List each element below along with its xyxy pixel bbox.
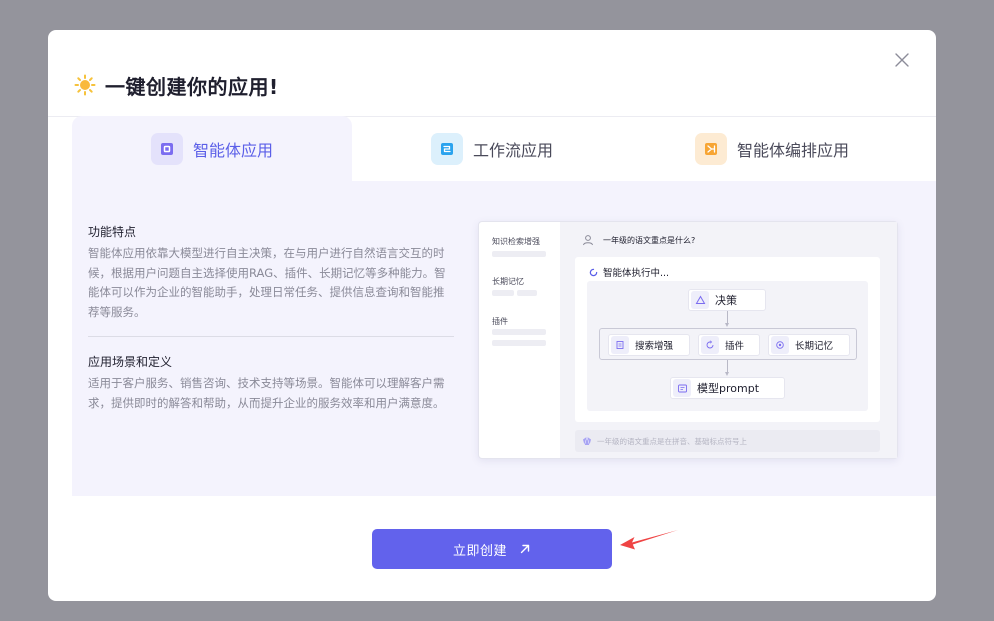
- features-text: 智能体应用依靠大模型进行自主决策，在与用户进行自然语言交互的时候，根据用户问题自…: [88, 246, 446, 319]
- placeholder-bar: [492, 329, 546, 335]
- tab-workflow-app[interactable]: 工作流应用: [352, 116, 632, 182]
- tab-label: 智能体编排应用: [736, 141, 849, 160]
- tab-content-panel: 功能特点 智能体应用依靠大模型进行自主决策，在与用户进行自然语言交互的时候，根据…: [72, 181, 936, 496]
- preview-sidebar-item: 知识检索增强: [492, 237, 540, 246]
- plugin-icon: [701, 336, 719, 354]
- tab-agent-app[interactable]: 智能体应用: [72, 116, 352, 182]
- placeholder-bar: [492, 290, 514, 296]
- node-label: 模型prompt: [697, 382, 760, 395]
- document-icon: [611, 336, 629, 354]
- preview-sidebar: 知识检索增强 长期记忆 插件: [479, 222, 559, 458]
- gem-icon: [583, 436, 591, 446]
- placeholder-bar: [517, 290, 537, 296]
- decision-icon: [691, 291, 709, 309]
- create-app-dialog: 一键创建你的应用! 智能体应用 工作流应用 智能体编排应用 功能特点 智能体应用…: [48, 30, 936, 601]
- node-search: 搜索增强: [608, 334, 690, 356]
- node-label: 插件: [725, 341, 745, 352]
- user-question: 一年级的语文重点是什么?: [582, 234, 695, 246]
- preview-chat-area: 一年级的语文重点是什么? 智能体执行中... 决策 搜索增强 插件 长期记忆 模…: [560, 222, 897, 458]
- orchestration-icon: [694, 133, 727, 165]
- annotation-arrow-icon: [620, 530, 678, 550]
- preview-input-bar: 一年级的语文重点是在拼音、基础标点符号上: [575, 430, 880, 452]
- section-divider: [88, 336, 454, 337]
- connector-arrow: [724, 372, 729, 376]
- workflow-icon: [430, 133, 463, 165]
- node-plugin: 插件: [698, 334, 760, 356]
- agent-preview-illustration: 知识检索增强 长期记忆 插件 一年级的语文重点是什么? 智能体执行中... 决策…: [478, 221, 898, 459]
- execution-status: 智能体执行中...: [589, 265, 669, 279]
- arrow-up-right-icon: [520, 544, 530, 554]
- scenarios-text: 适用于客户服务、销售咨询、技术支持等场景。智能体可以理解客户需求，提供即时的解答…: [88, 376, 445, 410]
- preview-sidebar-item: 长期记忆: [492, 277, 524, 286]
- agent-icon: [150, 133, 183, 165]
- node-label: 搜索增强: [635, 341, 674, 352]
- node-decision: 决策: [688, 289, 766, 311]
- create-button-label: 立即创建: [452, 542, 507, 558]
- scenarios-title: 应用场景和定义: [88, 355, 173, 369]
- node-model-prompt: 模型prompt: [670, 377, 785, 399]
- app-type-tabs: 智能体应用 工作流应用 智能体编排应用: [48, 116, 936, 182]
- execution-label: 智能体执行中...: [603, 268, 670, 279]
- spinner-icon: [589, 268, 598, 276]
- features-title: 功能特点: [88, 225, 137, 239]
- question-text: 一年级的语文重点是什么?: [603, 235, 696, 245]
- description-section: 功能特点 智能体应用依靠大模型进行自主决策，在与用户进行自然语言交互的时候，根据…: [88, 223, 454, 413]
- node-label: 长期记忆: [795, 341, 834, 352]
- tab-orchestration-app[interactable]: 智能体编排应用: [632, 116, 912, 182]
- preview-sidebar-item: 插件: [492, 317, 508, 326]
- tab-label: 智能体应用: [192, 141, 273, 160]
- sun-icon: [74, 74, 96, 96]
- prompt-icon: [673, 379, 691, 397]
- dialog-title: 一键创建你的应用!: [105, 74, 279, 99]
- memory-icon: [771, 336, 789, 354]
- create-now-button[interactable]: 立即创建: [372, 529, 612, 569]
- tab-label: 工作流应用: [472, 141, 553, 160]
- execution-card: 智能体执行中... 决策 搜索增强 插件 长期记忆 模型prompt: [575, 257, 880, 422]
- flow-diagram: 决策 搜索增强 插件 长期记忆 模型prompt: [587, 281, 868, 411]
- node-memory: 长期记忆: [768, 334, 850, 356]
- connector-arrow: [724, 323, 729, 327]
- node-label: 决策: [715, 294, 737, 307]
- dialog-header: 一键创建你的应用!: [74, 70, 279, 100]
- user-icon: [583, 235, 593, 246]
- placeholder-bar: [492, 251, 546, 257]
- close-icon[interactable]: [892, 50, 912, 70]
- tools-group: 搜索增强 插件 长期记忆: [599, 328, 857, 360]
- input-placeholder: 一年级的语文重点是在拼音、基础标点符号上: [597, 436, 747, 446]
- placeholder-bar: [492, 340, 546, 346]
